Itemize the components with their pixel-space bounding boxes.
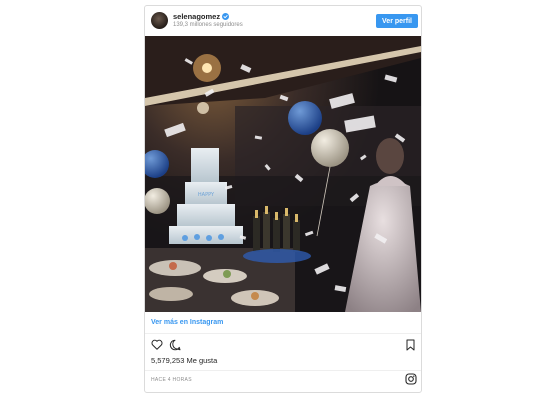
post-header: selenagomez 139,3 millones seguidores Ve… [145,6,421,36]
comment-bubble-icon[interactable] [169,339,181,351]
username-row: selenagomez [173,12,230,21]
instagram-embed-card: selenagomez 139,3 millones seguidores Ve… [144,5,422,393]
bookmark-icon[interactable] [406,339,415,351]
view-more-on-instagram-link[interactable]: Ver más en Instagram [151,319,223,326]
avatar[interactable] [151,12,168,29]
follower-count: 139,3 millones seguidores [173,22,243,28]
view-profile-button[interactable]: Ver perfil [376,14,418,28]
post-photo[interactable]: HAPPY [145,36,421,312]
svg-text:HAPPY: HAPPY [198,192,215,198]
instagram-logo-icon[interactable] [405,373,417,385]
heart-icon[interactable] [151,339,163,350]
divider [145,333,421,334]
post-actions [145,336,421,354]
username[interactable]: selenagomez [173,12,220,21]
verified-badge-icon [222,13,230,20]
post-timestamp: HACE 4 HORAS [151,377,192,383]
divider [145,370,421,371]
party-photo-image: HAPPY [145,36,421,312]
like-count: 5,579,253 Me gusta [151,356,218,365]
